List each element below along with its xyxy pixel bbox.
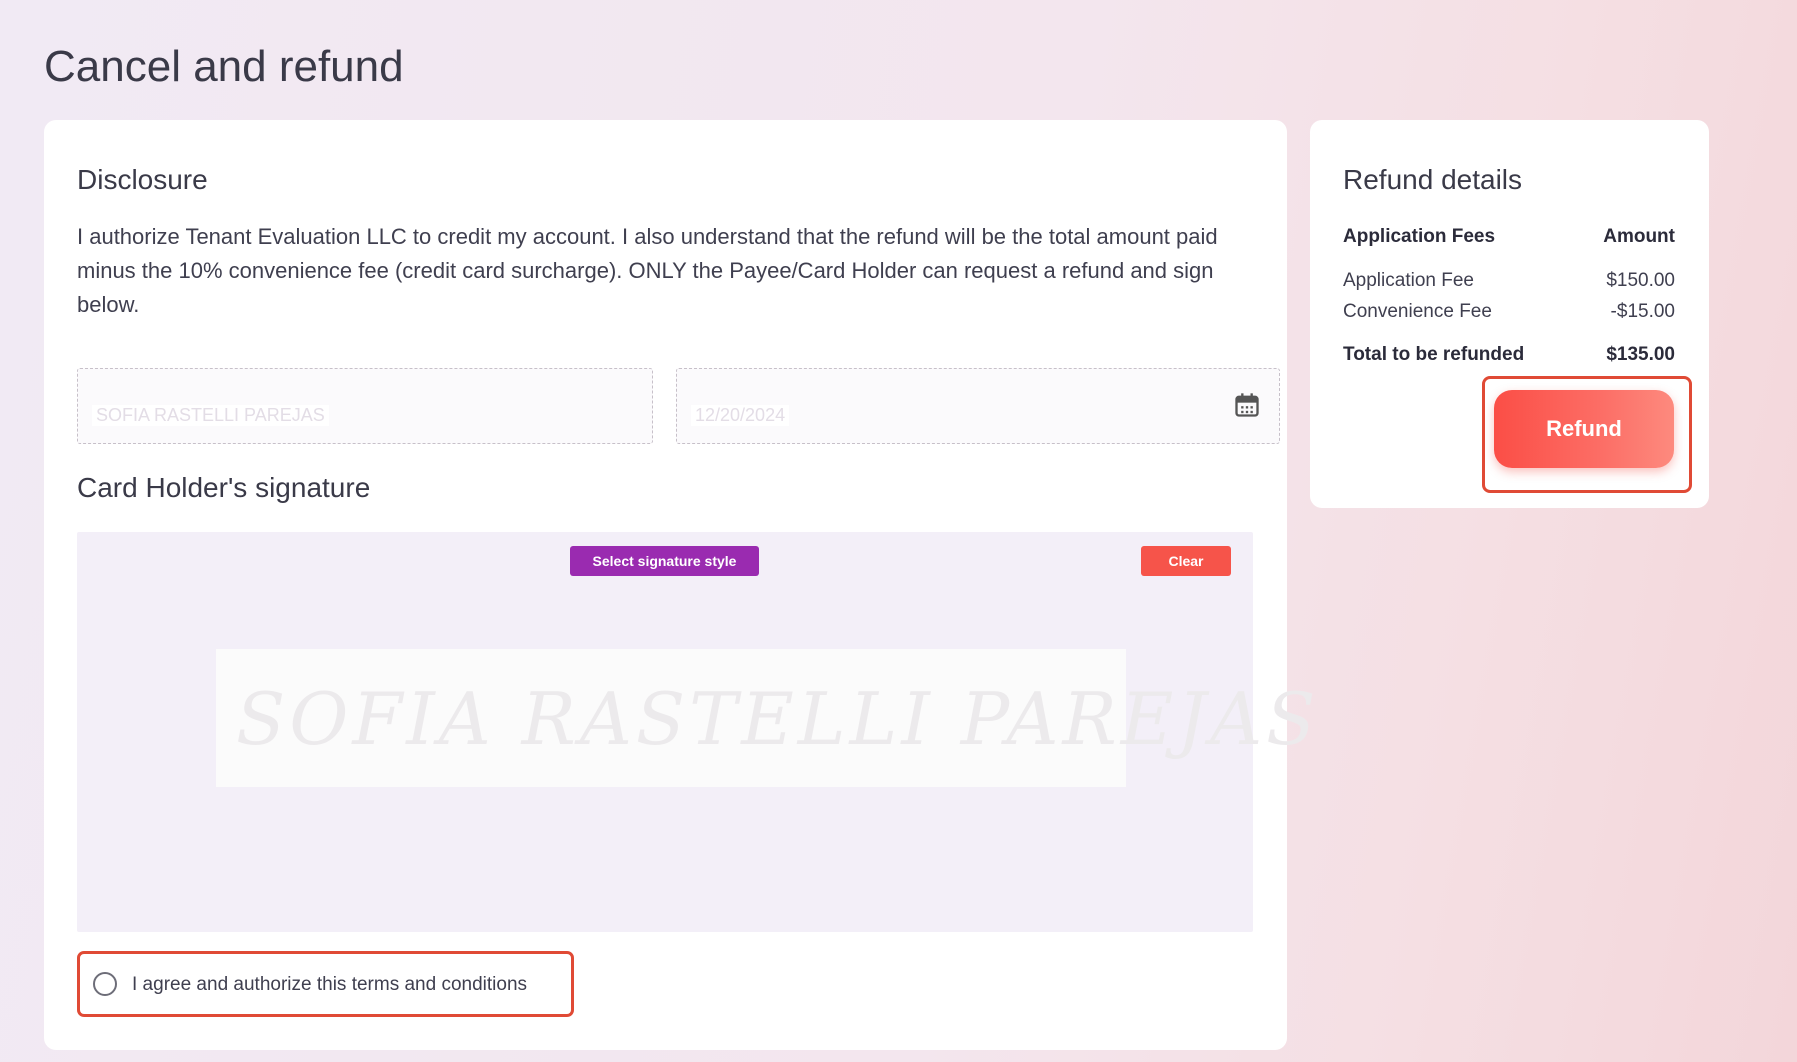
total-amount: $135.00	[1606, 344, 1675, 365]
refund-button[interactable]: Refund	[1494, 390, 1674, 468]
signature-area: Select signature style Clear SOFIA RASTE…	[77, 532, 1315, 932]
disclosure-text: I authorize Tenant Evaluation LLC to cre…	[77, 224, 1218, 317]
agree-radio[interactable]	[93, 972, 117, 996]
date-value: 12/20/2024	[691, 405, 790, 426]
refund-details-card: Refund details Application Fees Amount A…	[1310, 120, 1709, 508]
disclosure-card: Disclosure I authorize Tenant Evaluation…	[44, 120, 1315, 1050]
fee-amount: $150.00	[1606, 270, 1675, 291]
date-input[interactable]: 12/20/2024	[676, 368, 1280, 444]
calendar-icon[interactable]	[1233, 391, 1261, 419]
total-label: Total to be refunded	[1343, 344, 1525, 365]
signature-title: Card Holder's signature	[77, 472, 371, 503]
name-value: SOFIA RASTELLI PAREJAS	[92, 405, 329, 426]
agree-label: I agree and authorize this terms and con…	[132, 974, 528, 995]
signature-text: SOFIA RASTELLI PAREJAS	[236, 677, 1320, 761]
refund-button-highlight: Refund	[1482, 376, 1692, 493]
name-input[interactable]: SOFIA RASTELLI PAREJAS	[77, 368, 653, 444]
page-title: Cancel and refund	[44, 42, 404, 91]
select-signature-style-button[interactable]: Select signature style	[570, 546, 759, 576]
agree-terms-checkbox[interactable]: I agree and authorize this terms and con…	[77, 951, 574, 1017]
header-amount-label: Amount	[1603, 226, 1675, 247]
header-fees-label: Application Fees	[1343, 226, 1496, 247]
fee-amount: -$15.00	[1610, 301, 1675, 322]
disclosure-title: Disclosure	[77, 164, 208, 195]
fee-label: Convenience Fee	[1343, 301, 1492, 322]
refund-details-title: Refund details	[1343, 164, 1523, 195]
fee-label: Application Fee	[1343, 270, 1474, 291]
clear-signature-button[interactable]: Clear	[1141, 546, 1231, 576]
signature-canvas[interactable]: SOFIA RASTELLI PAREJAS	[216, 649, 1315, 787]
